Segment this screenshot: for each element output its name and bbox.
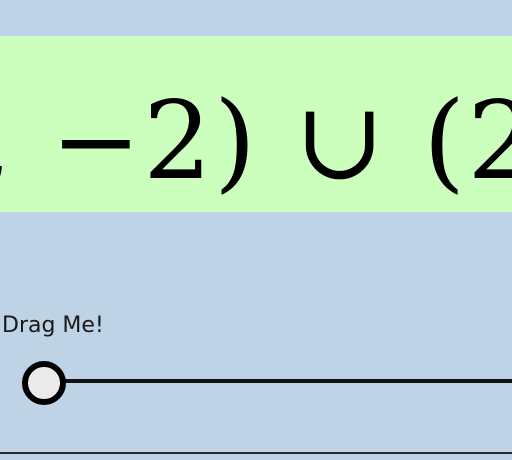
bottom-divider: [0, 452, 512, 454]
applet-canvas: , −2) ∪ (2, Drag Me!: [0, 0, 512, 460]
slider-track[interactable]: [44, 379, 512, 383]
math-expression-panel: , −2) ∪ (2,: [0, 36, 512, 212]
slider-handle[interactable]: [22, 361, 66, 405]
interval-union-expression: , −2) ∪ (2,: [0, 79, 512, 204]
slider-label: Drag Me!: [2, 313, 104, 338]
